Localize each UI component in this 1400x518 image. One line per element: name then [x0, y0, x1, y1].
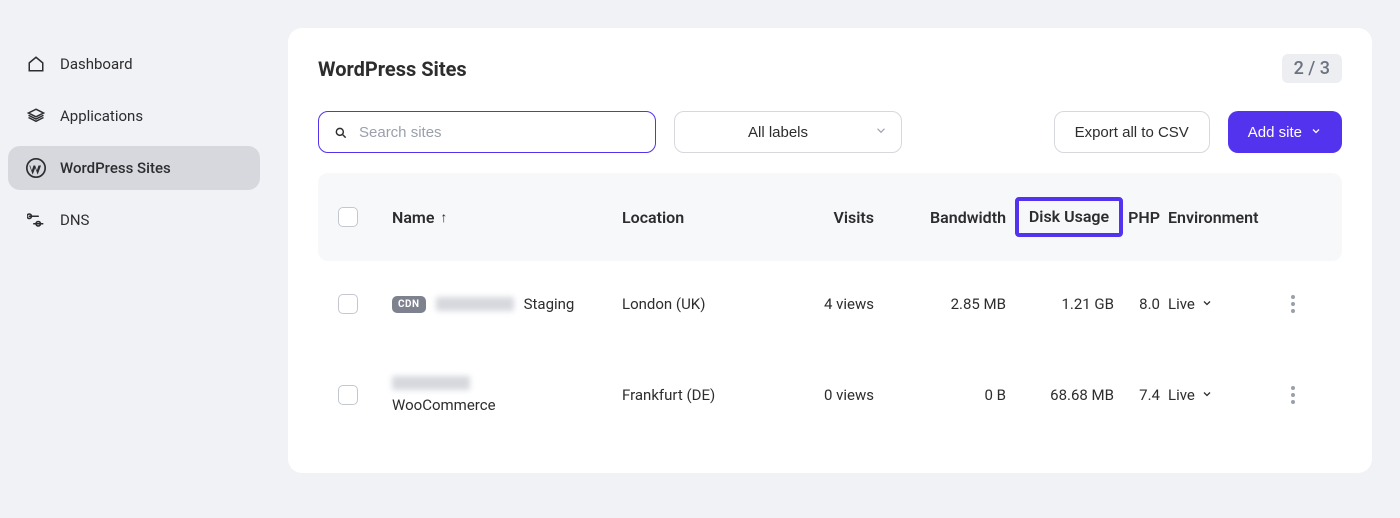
cell-location: London (UK): [622, 295, 762, 313]
sidebar-item-label: Dashboard: [60, 55, 133, 73]
sidebar-item-dashboard[interactable]: Dashboard: [8, 42, 260, 86]
cell-visits: 0 views: [762, 386, 894, 404]
site-name-suffix[interactable]: Staging: [524, 295, 575, 313]
labels-select-wrap: All labels: [674, 111, 902, 153]
cell-php: 8.0: [1124, 295, 1168, 313]
search-input[interactable]: [318, 111, 656, 153]
column-header-location[interactable]: Location: [622, 208, 762, 227]
environment-select[interactable]: Live: [1168, 386, 1213, 404]
sort-ascending-icon: ↑: [440, 209, 447, 226]
dns-icon: [26, 210, 46, 230]
column-header-php[interactable]: PHP: [1124, 208, 1168, 227]
sidebar-item-dns[interactable]: DNS: [8, 198, 260, 242]
sites-table: Name ↑ Location Visits Bandwidth Disk Us…: [318, 173, 1342, 443]
row-checkbox[interactable]: [338, 385, 358, 405]
cell-disk-usage: 1.21 GB: [1014, 295, 1124, 313]
cell-visits: 4 views: [762, 295, 894, 313]
redacted-site-name: [436, 297, 514, 311]
wordpress-icon: [26, 158, 46, 178]
chevron-down-icon: [1310, 124, 1322, 141]
sidebar-item-applications[interactable]: Applications: [8, 94, 260, 138]
row-checkbox[interactable]: [338, 294, 358, 314]
site-counter: 2 / 3: [1282, 54, 1342, 83]
cell-disk-usage: 68.68 MB: [1014, 386, 1124, 404]
cell-bandwidth: 2.85 MB: [894, 295, 1014, 313]
column-header-visits[interactable]: Visits: [762, 208, 894, 227]
labels-select-value: All labels: [748, 124, 808, 141]
table-row: CDN Staging London (UK) 4 views 2.85 MB …: [318, 261, 1342, 348]
add-site-label: Add site: [1248, 124, 1302, 141]
search-wrap: [318, 111, 656, 153]
sidebar-item-label: Applications: [60, 107, 143, 125]
home-icon: [26, 54, 46, 74]
toolbar: All labels Export all to CSV Add site: [318, 111, 1342, 153]
sidebar-item-wordpress-sites[interactable]: WordPress Sites: [8, 146, 260, 190]
table-header: Name ↑ Location Visits Bandwidth Disk Us…: [318, 173, 1342, 261]
export-csv-label: Export all to CSV: [1075, 124, 1189, 141]
sidebar-item-label: WordPress Sites: [60, 159, 171, 177]
cell-bandwidth: 0 B: [894, 386, 1014, 404]
redacted-site-name: [392, 376, 470, 390]
sites-card: WordPress Sites 2 / 3 All labels: [288, 28, 1372, 473]
table-row: WooCommerce Frankfurt (DE) 0 views 0 B 6…: [318, 348, 1342, 443]
chevron-down-icon: [1201, 295, 1213, 313]
layers-icon: [26, 106, 46, 126]
page-title: WordPress Sites: [318, 57, 467, 81]
add-site-button[interactable]: Add site: [1228, 111, 1342, 153]
column-header-environment[interactable]: Environment: [1168, 208, 1278, 227]
column-header-disk-usage[interactable]: Disk Usage: [1014, 197, 1124, 237]
row-actions-menu[interactable]: [1278, 289, 1308, 319]
cdn-badge: CDN: [392, 296, 426, 313]
column-header-name[interactable]: Name ↑: [392, 208, 622, 227]
main-content: WordPress Sites 2 / 3 All labels: [268, 0, 1400, 518]
card-header: WordPress Sites 2 / 3: [318, 54, 1342, 83]
cell-php: 7.4: [1124, 386, 1168, 404]
sidebar: Dashboard Applications WordPress Sites D…: [0, 0, 268, 518]
search-icon: [334, 125, 348, 139]
export-csv-button[interactable]: Export all to CSV: [1054, 111, 1210, 153]
select-all-checkbox[interactable]: [338, 207, 358, 227]
site-name-suffix[interactable]: WooCommerce: [392, 396, 496, 414]
column-header-bandwidth[interactable]: Bandwidth: [894, 208, 1014, 227]
chevron-down-icon: [1201, 386, 1213, 404]
cell-location: Frankfurt (DE): [622, 386, 762, 404]
labels-select[interactable]: All labels: [674, 111, 902, 153]
environment-select[interactable]: Live: [1168, 295, 1213, 313]
row-actions-menu[interactable]: [1278, 380, 1308, 410]
sidebar-item-label: DNS: [60, 211, 89, 229]
